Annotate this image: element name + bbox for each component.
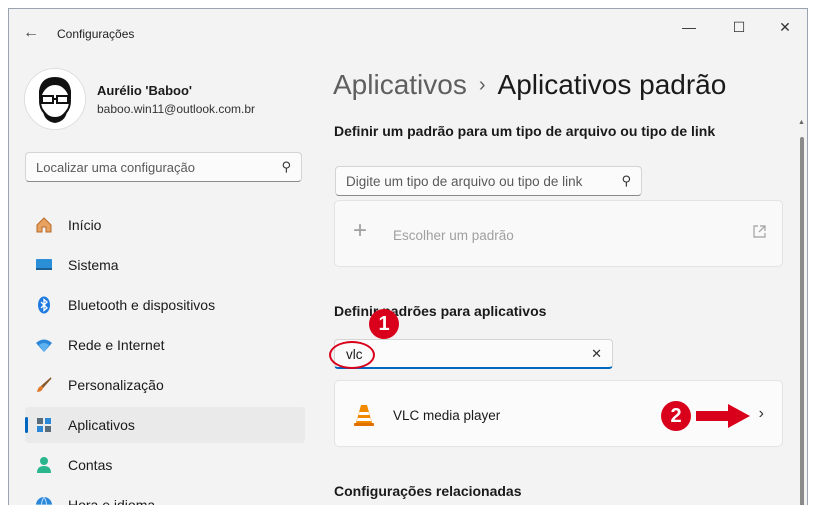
annotation-badge-2: 2 — [661, 401, 691, 431]
bluetooth-icon — [35, 296, 53, 314]
app-title: Configurações — [57, 27, 135, 41]
wifi-icon — [35, 336, 53, 354]
brush-icon — [35, 376, 53, 394]
sidebar-item-label: Início — [68, 217, 102, 233]
sidebar-item-bluetooth[interactable]: Bluetooth e dispositivos — [25, 287, 305, 323]
sidebar-item-aplicativos[interactable]: Aplicativos — [25, 407, 305, 443]
page-title: Aplicativos padrão — [497, 69, 727, 100]
sidebar-item-label: Hora e idioma — [68, 497, 156, 505]
home-icon — [35, 216, 53, 234]
sidebar-item-label: Personalização — [68, 377, 164, 393]
sidebar-item-inicio[interactable]: Início — [25, 207, 305, 243]
maximize-button[interactable]: ☐ — [719, 17, 759, 37]
apps-icon — [35, 416, 53, 434]
vlc-cone-icon — [353, 403, 375, 427]
clear-icon[interactable]: ✕ — [591, 346, 602, 362]
sidebar-item-hora-idioma[interactable]: Hora e idioma — [25, 487, 305, 505]
app-result-label: VLC media player — [393, 408, 501, 423]
breadcrumb-parent-link[interactable]: Aplicativos — [333, 69, 467, 100]
file-type-section-heading: Definir um padrão para um tipo de arquiv… — [334, 123, 716, 139]
sidebar-item-label: Aplicativos — [68, 417, 135, 433]
user-name: Aurélio 'Baboo' — [97, 83, 193, 98]
account-icon — [35, 456, 53, 474]
breadcrumb-separator: › — [478, 74, 486, 96]
app-search-input[interactable]: vlc ✕ — [334, 339, 613, 369]
title-bar: ← Configurações — ☐ ✕ — [9, 9, 807, 53]
avatar-face-icon — [25, 69, 85, 129]
sidebar-item-personalizacao[interactable]: Personalização — [25, 367, 305, 403]
user-email: baboo.win11@outlook.com.br — [97, 102, 256, 116]
choose-default-card: + Escolher um padrão — [334, 200, 783, 267]
scrollbar[interactable]: ▲ — [798, 119, 806, 505]
scrollbar-thumb[interactable] — [800, 137, 804, 505]
related-settings-heading: Configurações relacionadas — [334, 483, 522, 499]
settings-search-placeholder: Localizar uma configuração — [36, 160, 195, 175]
search-icon: ⚲ — [281, 159, 291, 174]
sidebar-item-label: Sistema — [68, 257, 119, 273]
settings-search-input[interactable]: Localizar uma configuração ⚲ — [25, 152, 302, 182]
sidebar-item-label: Contas — [68, 457, 113, 473]
annotation-circle — [329, 341, 375, 369]
system-icon — [35, 256, 53, 274]
file-type-search-placeholder: Digite um tipo de arquivo ou tipo de lin… — [346, 174, 583, 189]
file-type-search-input[interactable]: Digite um tipo de arquivo ou tipo de lin… — [335, 166, 642, 196]
sidebar-item-contas[interactable]: Contas — [25, 447, 305, 483]
chevron-right-icon: › — [758, 405, 764, 422]
sidebar-item-rede[interactable]: Rede e Internet — [25, 327, 305, 363]
minimize-button[interactable]: — — [669, 17, 709, 37]
scroll-up-arrow-icon[interactable]: ▲ — [798, 119, 805, 126]
choose-default-label: Escolher um padrão — [393, 228, 514, 243]
globe-icon — [35, 496, 53, 505]
sidebar-nav: Início Sistema Bluetooth e dispositivos … — [25, 207, 305, 505]
annotation-arrow-icon — [696, 404, 750, 428]
close-button[interactable]: ✕ — [765, 17, 805, 37]
settings-window: ← Configurações — ☐ ✕ Aurélio 'Baboo' ba… — [8, 8, 808, 505]
back-button[interactable]: ← — [19, 23, 43, 43]
sidebar-item-label: Bluetooth e dispositivos — [68, 297, 216, 313]
search-icon: ⚲ — [621, 173, 631, 188]
sidebar-item-sistema[interactable]: Sistema — [25, 247, 305, 283]
breadcrumb: Aplicativos › Aplicativos padrão — [333, 69, 726, 101]
annotation-badge-1: 1 — [369, 309, 399, 339]
app-defaults-section-heading: Definir padrões para aplicativos — [334, 303, 547, 319]
avatar[interactable] — [24, 68, 86, 130]
sidebar-item-label: Rede e Internet — [68, 337, 165, 353]
external-link-icon — [753, 225, 766, 241]
plus-icon: + — [353, 217, 368, 244]
